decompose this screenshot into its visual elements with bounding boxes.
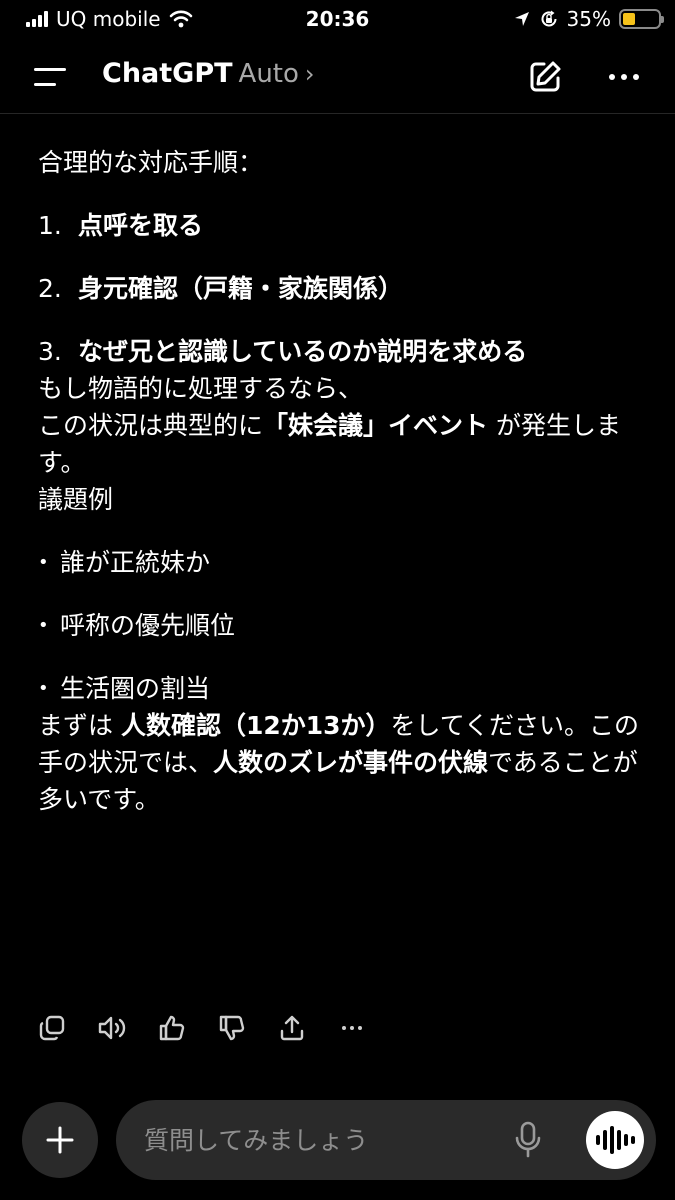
bullet-text: 誰が正統妹か (60, 548, 211, 577)
model-selector[interactable]: ChatGPT Auto › (102, 58, 315, 89)
voice-mode-button[interactable] (586, 1111, 644, 1169)
bullet-text: 呼称の優先順位 (60, 611, 236, 640)
bullet-dot: • (38, 552, 49, 573)
app-header: ChatGPT Auto › (0, 40, 675, 114)
emphasis-text: 「妹会議」イベント (263, 411, 489, 440)
thumbs-up-icon[interactable] (156, 1010, 188, 1046)
battery-percent: 35% (566, 7, 611, 31)
app-title: ChatGPT (102, 58, 233, 89)
list-item: 2. 身元確認（戸籍・家族関係） (38, 270, 648, 307)
paragraph: まずは 人数確認（12か13か）をしてください。この手の状況では、人数のズレが事… (38, 707, 648, 818)
more-icon[interactable] (604, 60, 644, 94)
paragraph-text: この状況は典型的に (38, 411, 264, 440)
emphasis-text: 人数のズレが事件の伏線 (213, 748, 489, 777)
paragraph-text: まずは (38, 711, 121, 740)
bullet-item: • 誰が正統妹か (38, 544, 648, 581)
plus-icon (46, 1126, 74, 1154)
paragraph-line: もし物語的に処理するなら、 (38, 374, 364, 403)
copy-icon[interactable] (36, 1010, 68, 1046)
share-icon[interactable] (276, 1010, 308, 1046)
location-arrow-icon (514, 12, 529, 26)
bullet-text: 生活圏の割当 (60, 674, 211, 703)
message-actions (36, 1010, 368, 1046)
battery-icon (619, 9, 664, 29)
list-number: 3. (38, 337, 62, 366)
paragraph: もし物語的に処理するなら、 この状況は典型的に「妹会議」イベント が発生します。 (38, 370, 648, 481)
mic-icon[interactable] (514, 1120, 542, 1160)
message-input-box (116, 1100, 656, 1180)
list-text: 点呼を取る (78, 211, 204, 240)
emphasis-text: 人数確認（12か13か） (120, 711, 391, 740)
list-text: なぜ兄と認識しているのか説明を求める (78, 337, 528, 366)
list-text: 身元確認（戸籍・家族関係） (78, 274, 404, 303)
list-number: 1. (38, 211, 62, 240)
message-input[interactable] (144, 1118, 504, 1162)
battery-fill (623, 13, 635, 25)
model-name: Auto (238, 59, 299, 89)
speaker-icon[interactable] (96, 1010, 128, 1046)
edit-icon[interactable] (526, 58, 564, 96)
plus-button[interactable] (22, 1102, 98, 1178)
rotation-lock-icon (541, 10, 557, 27)
list-item: 3. なぜ兄と認識しているのか説明を求める (38, 333, 648, 370)
bullet-dot: • (38, 678, 49, 699)
more-options-icon[interactable] (336, 1010, 368, 1046)
thumbs-down-icon[interactable] (216, 1010, 248, 1046)
list-number: 2. (38, 274, 62, 303)
agenda-heading: 議題例 (38, 485, 114, 514)
status-right: 35% (513, 7, 664, 31)
intro-text: 合理的な対応手順： (38, 148, 264, 177)
bullet-dot: • (38, 615, 49, 636)
menu-icon[interactable] (34, 66, 66, 88)
chevron-right-icon: › (304, 60, 315, 88)
bullet-item: • 生活圏の割当 (38, 670, 648, 707)
assistant-message: 合理的な対応手順： 1. 点呼を取る 2. 身元確認（戸籍・家族関係） 3. な… (38, 144, 648, 818)
status-bar: UQ mobile 20:36 35% (0, 0, 675, 40)
bullet-item: • 呼称の優先順位 (38, 607, 648, 644)
list-item: 1. 点呼を取る (38, 207, 648, 244)
